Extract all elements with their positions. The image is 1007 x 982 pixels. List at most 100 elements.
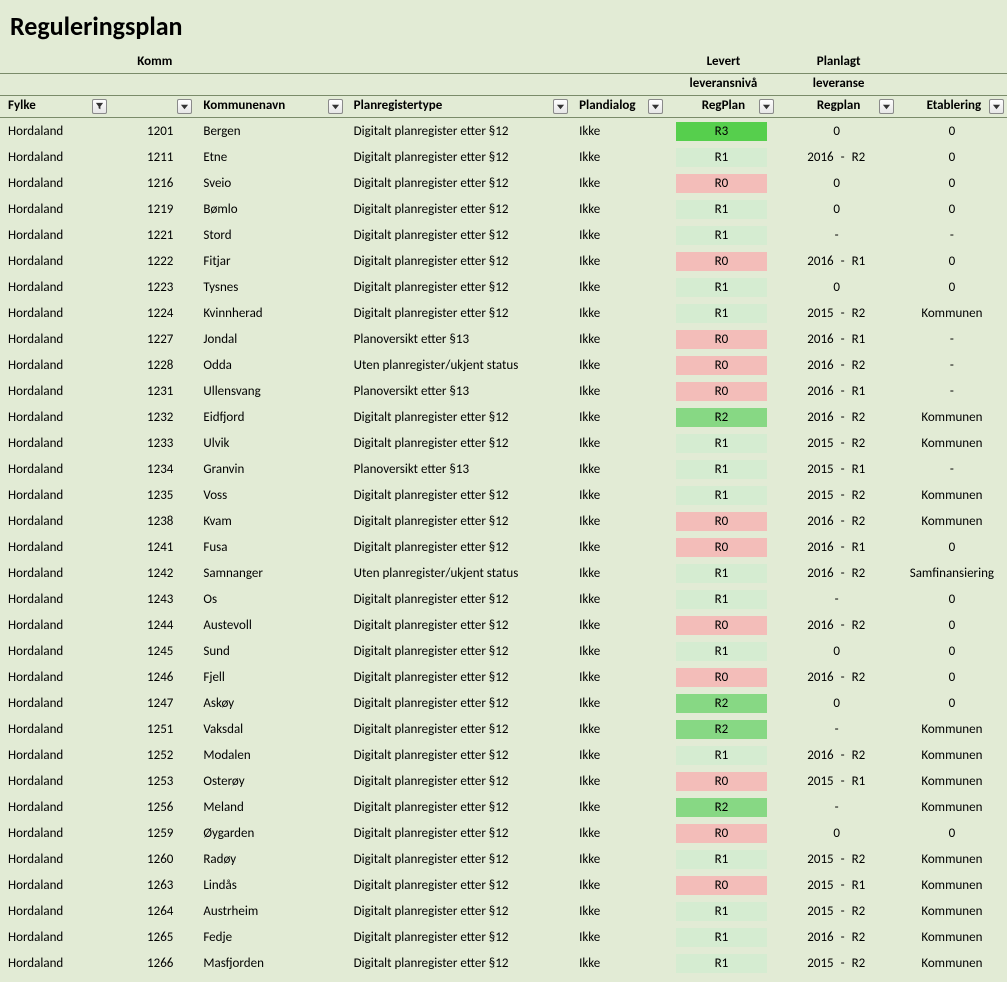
cell-knavn: Ullensvang [195,378,345,404]
cell-etab: Kommunen [897,872,1007,898]
cell-planlagt: 2016-R1 [777,248,897,274]
planlagt-value: 0 [833,826,840,841]
cell-etab: Kommunen [897,300,1007,326]
col-knavn[interactable]: Kommunenavn [195,96,345,118]
table-row: Hordaland1253OsterøyDigitalt planregiste… [0,768,1007,794]
col-etab[interactable]: Etablering [897,96,1007,118]
regplan-badge: R1 [676,928,766,947]
col-fylke[interactable]: Fylke [0,96,110,118]
table-row: Hordaland1260RadøyDigitalt planregister … [0,846,1007,872]
cell-regplan: R1 [666,300,776,326]
col-regplan-label: RegPlan [702,98,745,113]
cell-etab: 0 [897,248,1007,274]
cell-regplan: R2 [666,690,776,716]
cell-knavn: Jondal [195,326,345,352]
filter-active-icon[interactable] [92,99,107,114]
cell-regplan: R1 [666,898,776,924]
cell-knavn: Lindås [195,872,345,898]
planlagt-value: 2016-R1 [785,254,889,269]
regplan-badge: R1 [676,590,766,609]
regplan-badge: R2 [676,720,766,739]
table-row: Hordaland1243OsDigitalt planregister ett… [0,586,1007,612]
cell-etab: 0 [897,170,1007,196]
regplan-badge: R0 [676,876,766,895]
table-row: Hordaland1252ModalenDigitalt planregiste… [0,742,1007,768]
cell-regplan: R0 [666,612,776,638]
table-row: Hordaland1223TysnesDigitalt planregister… [0,274,1007,300]
col-fylke-label: Fylke [8,98,36,113]
header-row-2: leveransnivå leveranse [0,74,1007,96]
cell-pdialog: Ikke [571,248,666,274]
dropdown-icon[interactable] [648,99,663,114]
cell-knavn: Fedje [195,924,345,950]
regplan-badge: R0 [676,538,766,557]
regplan-badge: R0 [676,512,766,531]
cell-planlagt: 2015-R2 [777,300,897,326]
regplan-badge: R1 [676,226,766,245]
dropdown-icon[interactable] [759,99,774,114]
dropdown-icon[interactable] [553,99,568,114]
cell-kommnr: 1228 [110,352,195,378]
col-ptype[interactable]: Planregistertype [346,96,571,118]
cell-etab: 0 [897,638,1007,664]
regplan-badge: R0 [676,382,766,401]
dropdown-icon[interactable] [328,99,343,114]
cell-knavn: Os [195,586,345,612]
col-kommnr[interactable]: nr [110,96,195,118]
planlagt-value: 0 [833,696,840,711]
table-row: Hordaland1241FusaDigitalt planregister e… [0,534,1007,560]
cell-ptype: Digitalt planregister etter §12 [346,144,571,170]
cell-pdialog: Ikke [571,482,666,508]
regplan-badge: R1 [676,746,766,765]
table-row: Hordaland1222FitjarDigitalt planregister… [0,248,1007,274]
table-row: Hordaland1224KvinnheradDigitalt planregi… [0,300,1007,326]
cell-regplan: R0 [666,534,776,560]
cell-pdialog: Ikke [571,638,666,664]
cell-fylke: Hordaland [0,898,110,924]
cell-regplan: R1 [666,456,776,482]
cell-ptype: Digitalt planregister etter §12 [346,248,571,274]
cell-etab: Kommunen [897,742,1007,768]
cell-knavn: Bergen [195,118,345,145]
col-pdialog[interactable]: Plandialog [571,96,666,118]
cell-kommnr: 1265 [110,924,195,950]
cell-planlagt: 2015-R2 [777,430,897,456]
cell-pdialog: Ikke [571,924,666,950]
cell-fylke: Hordaland [0,716,110,742]
cell-pdialog: Ikke [571,950,666,976]
cell-etab: - [897,222,1007,248]
cell-knavn: Odda [195,352,345,378]
cell-regplan: R1 [666,560,776,586]
cell-ptype: Digitalt planregister etter §12 [346,612,571,638]
planlagt-value: 2016-R1 [785,384,889,399]
table-row: Hordaland1244AustevollDigitalt planregis… [0,612,1007,638]
cell-planlagt: 0 [777,274,897,300]
col-ptype-label: Planregistertype [354,98,443,113]
cell-ptype: Digitalt planregister etter §12 [346,196,571,222]
planlagt-value: 0 [833,280,840,295]
cell-kommnr: 1224 [110,300,195,326]
dropdown-icon[interactable] [177,99,192,114]
dropdown-icon[interactable] [879,99,894,114]
planlagt-value: - [835,800,839,815]
cell-ptype: Uten planregister/ukjent status [346,560,571,586]
cell-fylke: Hordaland [0,352,110,378]
table-row: Hordaland1227JondalPlanoversikt etter §1… [0,326,1007,352]
table-row: Hordaland1246FjellDigitalt planregister … [0,664,1007,690]
cell-etab: Kommunen [897,794,1007,820]
cell-kommnr: 1266 [110,950,195,976]
cell-regplan: R1 [666,846,776,872]
cell-pdialog: Ikke [571,898,666,924]
table-row: Hordaland1201BergenDigitalt planregister… [0,118,1007,145]
cell-fylke: Hordaland [0,820,110,846]
col-planlagt[interactable]: Regplan [777,96,897,118]
col-regplan[interactable]: RegPlan [666,96,776,118]
cell-regplan: R1 [666,586,776,612]
regplan-badge: R0 [676,330,766,349]
dropdown-icon[interactable] [989,99,1004,114]
cell-fylke: Hordaland [0,612,110,638]
cell-knavn: Sund [195,638,345,664]
cell-pdialog: Ikke [571,716,666,742]
cell-planlagt: - [777,794,897,820]
cell-pdialog: Ikke [571,170,666,196]
